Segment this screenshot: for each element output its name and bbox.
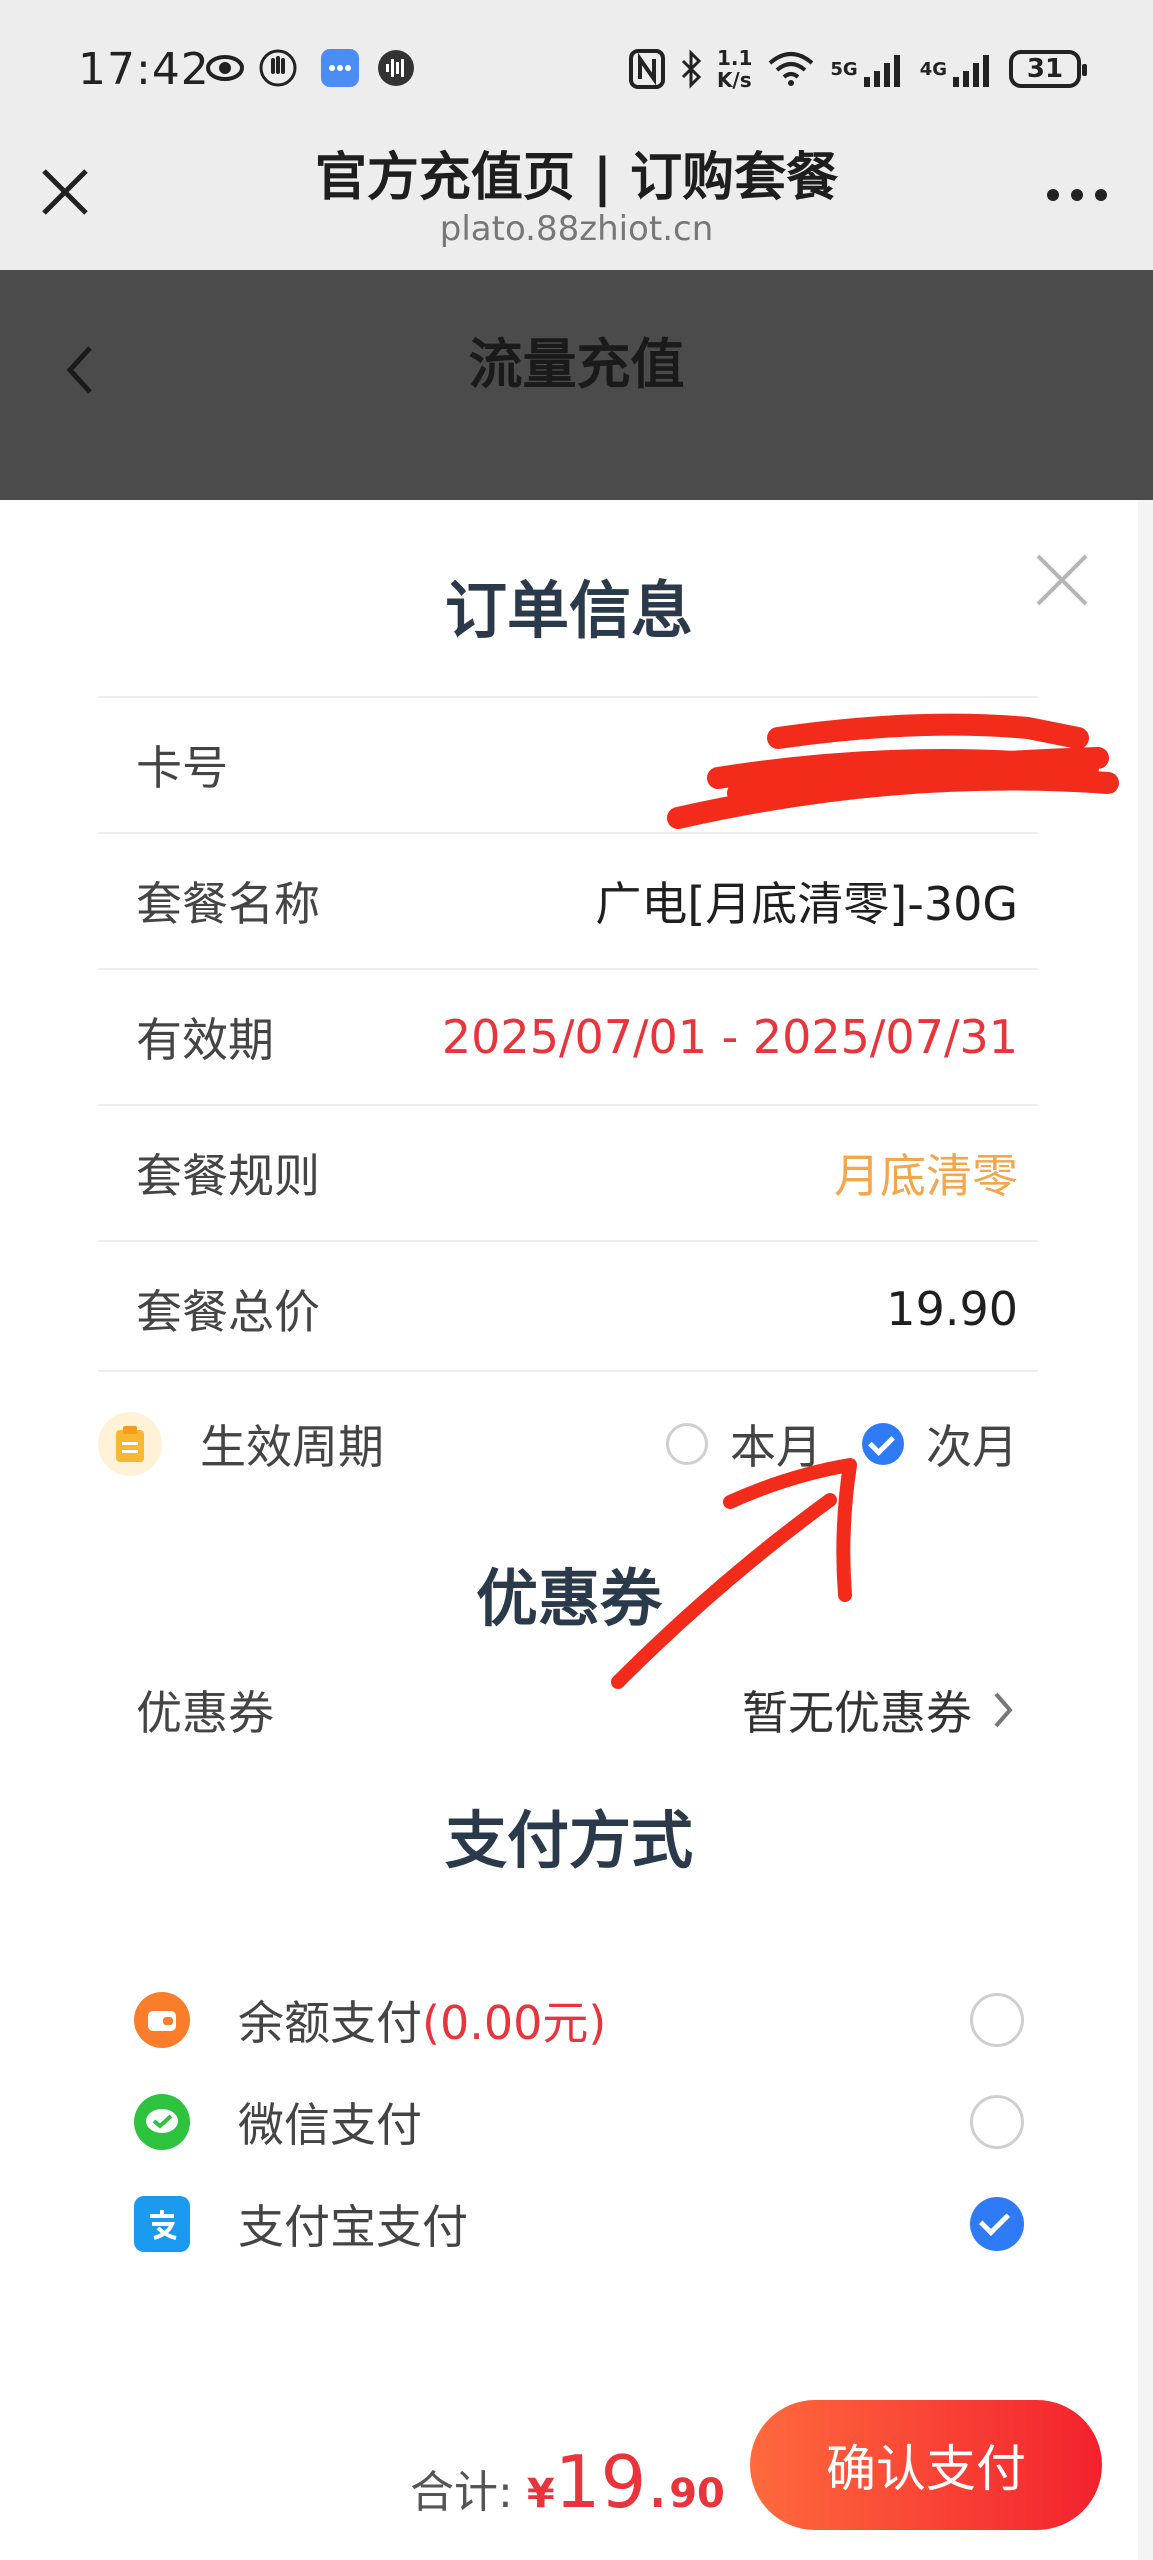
signal-icon-2: [953, 55, 989, 87]
page-title: 流量充值: [468, 333, 685, 396]
alipay-icon: [134, 2196, 190, 2252]
package-name-label: 套餐名称: [136, 877, 320, 931]
wechat-pay-label: 微信支付: [238, 2098, 422, 2152]
network-speed: 1.1 K/s: [716, 46, 753, 92]
browser-title: 官方充值页 | 订购套餐: [314, 148, 839, 208]
wechat-icon: [134, 2094, 190, 2150]
row-package-name: 套餐名称 广电[月底清零]-30G: [98, 832, 1038, 968]
voice-icon: [378, 50, 414, 86]
annotation-arrow: [611, 1458, 857, 1689]
sheet-close-icon[interactable]: [1032, 550, 1092, 610]
row-package-rule: 套餐规则 月底清零: [98, 1104, 1038, 1240]
row-validity: 有效期 2025/07/01 - 2025/07/31: [98, 968, 1038, 1104]
more-icon[interactable]: [1047, 189, 1107, 201]
effective-period-label: 生效周期: [200, 1420, 384, 1474]
total-price-label: 套餐总价: [136, 1285, 320, 1339]
currency-symbol: ¥: [526, 2471, 555, 2517]
alipay-pay-label: 支付宝支付: [238, 2200, 468, 2254]
total-integer: 19.: [554, 2440, 670, 2524]
order-title: 订单信息: [444, 574, 693, 647]
payment-section-title: 支付方式: [444, 1804, 693, 1877]
period-option-next-month[interactable]: 次月: [862, 1411, 1018, 1477]
browser-titlebar: 官方充值页 | 订购套餐 plato.88zhiot.cn: [0, 135, 1153, 270]
network-5g-label: 5G: [830, 58, 858, 80]
balance-pay-label: 余额支付(0.00元): [238, 1996, 607, 2050]
total-decimal: 90: [669, 2471, 725, 2517]
nfc-icon: [628, 49, 665, 89]
status-right: 1.1 K/s 5G 4G 31: [628, 44, 1087, 94]
redaction-scribble: [667, 713, 1119, 829]
coupon-section-title: 优惠券: [475, 1562, 662, 1635]
pay-method-balance[interactable]: 余额支付(0.00元): [134, 1970, 1024, 2070]
order-sheet: 订单信息 卡号 套餐名称 广电[月底清零]-30G 有效期 2025/07/01…: [0, 500, 1138, 2560]
status-time: 17:42: [78, 44, 210, 95]
effective-period-row: 生效周期 本月 次月: [98, 1370, 1038, 1516]
total-price-value: 19.90: [886, 1282, 1018, 1336]
confirm-pay-button[interactable]: 确认支付: [750, 2400, 1102, 2530]
battery-icon: 31: [1009, 50, 1087, 88]
bluetooth-icon: [681, 49, 702, 89]
browser-url: plato.88zhiot.cn: [439, 209, 714, 249]
wallet-icon: [134, 1992, 190, 2048]
row-total-price: 套餐总价 19.90: [98, 1240, 1038, 1376]
validity-label: 有效期: [136, 1013, 274, 1067]
total-summary: 合计: ¥ 19. 90: [410, 2440, 725, 2524]
coupon-row[interactable]: 优惠券 暂无优惠券: [98, 1640, 1038, 1780]
pay-method-alipay[interactable]: 支付宝支付: [134, 2174, 1024, 2274]
radio-balance-pay[interactable]: [970, 1993, 1024, 2047]
card-number-label: 卡号: [136, 741, 228, 795]
package-name-value: 广电[月底清零]-30G: [595, 877, 1018, 931]
radio-alipay-pay[interactable]: [970, 2197, 1024, 2251]
message-app-icon: [321, 49, 359, 87]
status-bar: 17:42 1.1 K/s 5G 4G 31: [0, 0, 1153, 135]
package-rule-value: 月底清零: [834, 1149, 1018, 1203]
validity-value: 2025/07/01 - 2025/07/31: [441, 1010, 1018, 1064]
package-rule-label: 套餐规则: [136, 1149, 320, 1203]
network-4g-label: 4G: [919, 58, 947, 80]
page-header: 流量充值: [0, 270, 1153, 500]
wifi-icon: [769, 52, 814, 86]
eye-icon: [206, 55, 244, 81]
row-card-number: 卡号: [98, 696, 1119, 832]
coupon-label: 优惠券: [136, 1686, 274, 1740]
signal-icon: [863, 55, 900, 87]
total-label: 合计:: [410, 2467, 513, 2518]
calendar-icon: [98, 1412, 162, 1476]
hand-icon: [259, 49, 297, 87]
radio-wechat-pay[interactable]: [970, 2095, 1024, 2149]
chevron-right-icon: [994, 1692, 1013, 1728]
pay-method-wechat[interactable]: 微信支付: [134, 2072, 1024, 2172]
scrollbar[interactable]: [1138, 500, 1153, 2560]
